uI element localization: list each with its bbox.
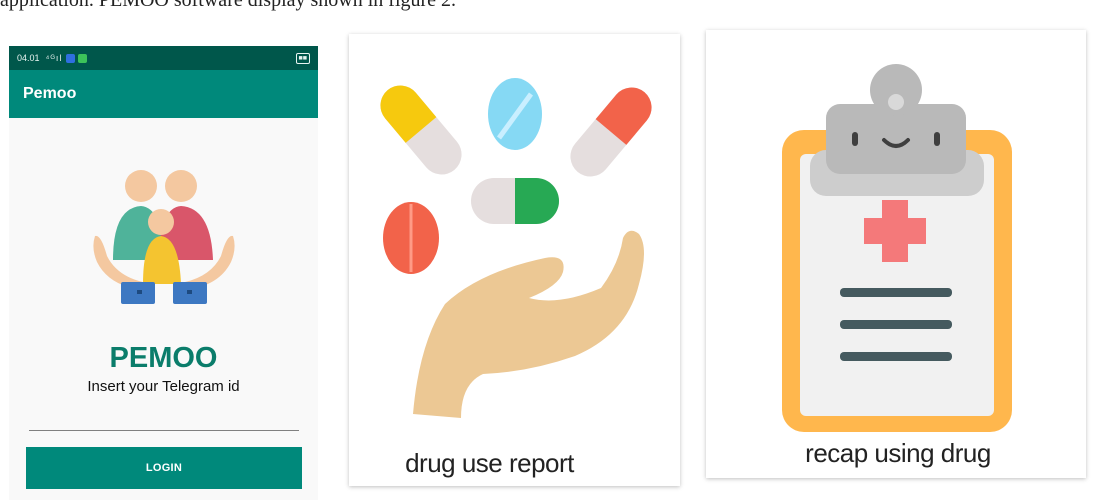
whatsapp-icon — [78, 53, 88, 63]
drug-use-report-card[interactable]: drug use report — [349, 34, 680, 486]
brand-title: PEMOO — [109, 342, 218, 374]
bluetooth-icon — [66, 53, 76, 63]
status-bar: 04.01 ⁴ᴳıl ■■ — [9, 46, 318, 70]
pills-hand-icon — [380, 78, 652, 418]
app-title: Pemoo — [23, 85, 77, 102]
clipboard-icon — [782, 64, 1012, 432]
figure-caption: application. PEMOO software display show… — [0, 0, 457, 11]
login-button[interactable]: LOGIN — [26, 447, 302, 489]
family-care-icon — [93, 170, 235, 304]
app-bar: Pemoo — [9, 70, 318, 118]
status-time: 04.01 — [17, 53, 40, 63]
telegram-id-prompt: Insert your Telegram id — [87, 378, 240, 395]
recap-using-drug-card[interactable]: recap using drug — [706, 30, 1086, 478]
battery-icon: ■■ — [295, 52, 310, 64]
signal-icon: ⁴ᴳıl — [45, 53, 63, 63]
recap-using-drug-label: recap using drug — [805, 438, 991, 468]
drug-use-report-label: drug use report — [405, 448, 574, 478]
phone-screen: 04.01 ⁴ᴳıl ■■ Pemoo PEMOO Insert your Te… — [9, 46, 318, 500]
telegram-id-input[interactable] — [29, 430, 299, 431]
